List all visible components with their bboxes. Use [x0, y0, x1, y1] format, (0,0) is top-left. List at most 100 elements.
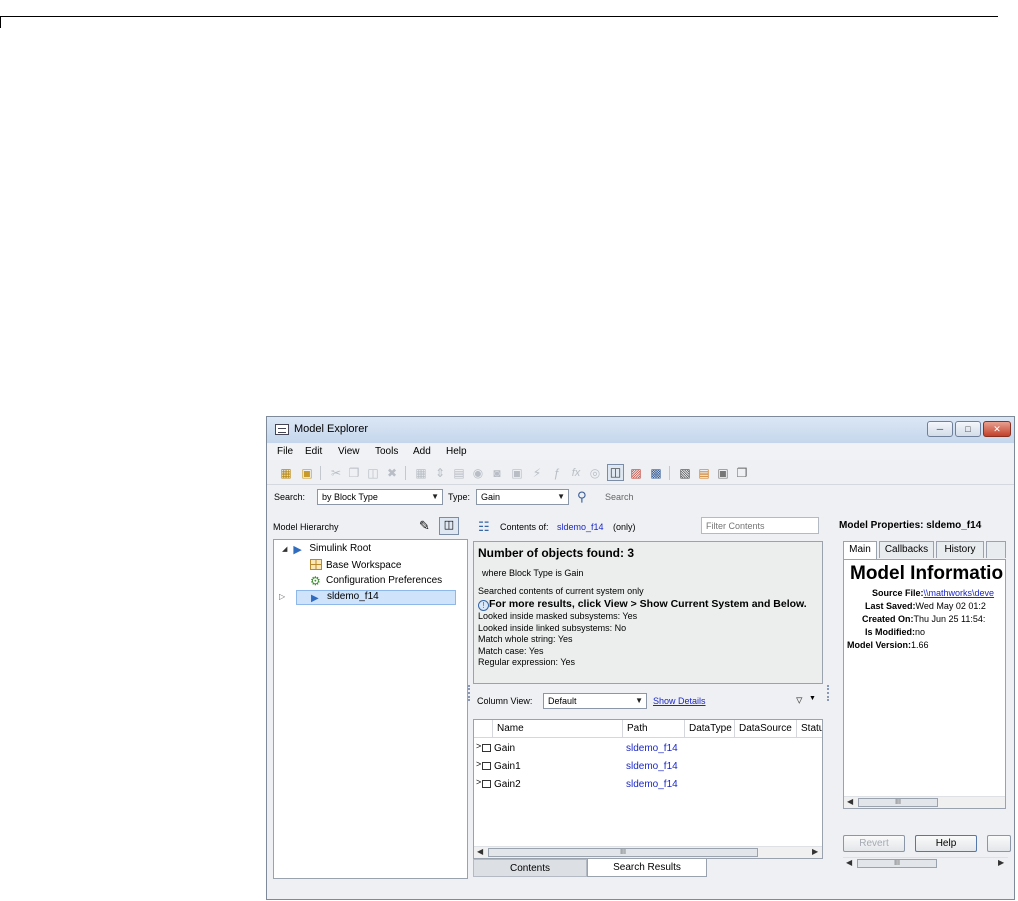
menu-help[interactable]: Help — [446, 446, 467, 457]
import-icon[interactable]: ▤ — [697, 466, 711, 480]
dialog-view-icon[interactable]: ▨ — [629, 466, 643, 480]
scroll-right-icon[interactable]: ▶ — [998, 858, 1004, 867]
show-library-icon[interactable]: ◫ — [439, 517, 459, 535]
find-icon[interactable]: ◙ — [490, 466, 504, 480]
sort-icon[interactable]: ⇕ — [433, 466, 447, 480]
column-header-path[interactable]: Path — [622, 720, 684, 738]
show-details-link[interactable]: Show Details — [653, 696, 706, 706]
maximize-icon: □ — [965, 424, 971, 434]
properties-horizontal-scrollbar[interactable]: ◀ III — [844, 796, 1005, 808]
struct-icon[interactable]: ▣ — [510, 466, 524, 480]
copy-icon[interactable]: ❐ — [347, 466, 361, 480]
fx-icon[interactable]: fx — [569, 466, 583, 480]
row-path-link[interactable]: sldemo_f14 — [626, 779, 678, 790]
grid-icon[interactable]: ▦ — [414, 466, 428, 480]
minimize-icon: ─ — [936, 424, 944, 434]
paste-icon[interactable]: ◫ — [366, 466, 380, 480]
splitter-right[interactable] — [827, 685, 829, 701]
column-view-value: Default — [548, 696, 577, 706]
page-rule-tick — [0, 16, 1, 28]
search-by-combo[interactable]: by Block Type ▼ — [317, 489, 443, 505]
menu-edit[interactable]: Edit — [305, 446, 322, 457]
tab-search-results[interactable]: Search Results — [587, 859, 707, 877]
row-path-link[interactable]: sldemo_f14 — [626, 743, 678, 754]
scroll-left-icon[interactable]: ◀ — [477, 847, 483, 856]
signal-icon[interactable]: ◉ — [471, 466, 485, 480]
regular-expression: Regular expression: Yes — [478, 657, 576, 667]
more-results-hint: For more results, click View > Show Curr… — [489, 598, 807, 610]
hierarchy-icon[interactable]: ▤ — [452, 466, 466, 480]
compare-icon[interactable]: ▣ — [716, 466, 730, 480]
table-horizontal-scrollbar[interactable]: ◀ III ▶ — [474, 846, 822, 858]
model-version-value: 1.66 — [911, 640, 929, 650]
contents-model-link[interactable]: sldemo_f14 — [557, 522, 604, 532]
duplicate-icon[interactable]: ❐ — [735, 466, 749, 480]
scrollbar-thumb[interactable]: III — [857, 859, 937, 868]
tab-main[interactable]: Main — [843, 541, 877, 559]
new-model-icon[interactable]: ▦ — [279, 466, 293, 480]
splitter-left[interactable] — [468, 685, 470, 701]
column-header-datasource[interactable]: DataSource — [734, 720, 796, 738]
type-combo[interactable]: Gain ▼ — [476, 489, 569, 505]
menu-bar: File Edit View Tools Add Help — [267, 444, 1014, 460]
last-saved-value: Wed May 02 01:2 — [915, 601, 986, 611]
filter-contents-input[interactable] — [701, 517, 819, 534]
column-view-icon[interactable]: ◫ — [607, 464, 624, 481]
table-row[interactable]: Gain sldemo_f14 — [474, 740, 822, 758]
tab-callbacks[interactable]: Callbacks — [879, 541, 934, 558]
row-path-link[interactable]: sldemo_f14 — [626, 761, 678, 772]
menu-file[interactable]: File — [277, 446, 293, 457]
edit-pencil-icon[interactable]: ✎ — [419, 518, 430, 534]
search-bar: Search: by Block Type ▼ Type: Gain ▼ ⚲ S… — [267, 487, 1014, 509]
function-f-icon[interactable]: ƒ — [550, 466, 564, 480]
table-header: Name Path DataType DataSource Statu — [474, 720, 822, 738]
menu-tools[interactable]: Tools — [375, 446, 398, 457]
export-icon[interactable]: ▧ — [678, 466, 692, 480]
maximize-button[interactable]: □ — [955, 421, 981, 437]
close-button[interactable]: ✕ — [983, 421, 1011, 437]
tab-history[interactable]: History — [936, 541, 984, 558]
scroll-right-icon[interactable]: ▶ — [812, 847, 818, 856]
cut-icon[interactable]: ✂ — [329, 466, 343, 480]
column-view-combo[interactable]: Default ▼ — [543, 693, 647, 709]
revert-button[interactable]: Revert — [843, 835, 905, 852]
tree-item-configuration-preferences[interactable]: ⚙ Configuration Preferences — [310, 575, 442, 590]
properties-bottom-scrollbar[interactable]: ◀ III ▶ — [843, 857, 1008, 869]
menu-view[interactable]: View — [338, 446, 360, 457]
model-hierarchy-tree[interactable]: ◢ ▶ Simulink Root Base Workspace ⚙ Configur… — [273, 539, 468, 879]
source-file-link[interactable]: \\mathworks\deve — [924, 588, 995, 598]
event-icon[interactable]: ⚡ — [530, 466, 544, 480]
apply-button[interactable] — [987, 835, 1011, 852]
menu-add[interactable]: Add — [413, 446, 431, 457]
gain-block-icon — [476, 741, 491, 752]
table-row[interactable]: Gain1 sldemo_f14 — [474, 758, 822, 776]
tree-item-simulink-root[interactable]: ◢ ▶ Simulink Root — [282, 543, 371, 558]
layout-icon[interactable]: ▩ — [649, 466, 663, 480]
tree-item-sldemo-f14[interactable]: ▷ ▶ sldemo_f14 — [279, 590, 456, 605]
delete-icon[interactable]: ✖ — [385, 466, 399, 480]
chevron-down-icon[interactable]: ▼ — [809, 695, 816, 702]
column-header-status[interactable]: Statu — [796, 720, 822, 738]
open-folder-icon[interactable]: ▣ — [300, 466, 314, 480]
search-results-table: Name Path DataType DataSource Statu Gain… — [473, 719, 823, 859]
column-header-name[interactable]: Name — [492, 720, 622, 738]
tab-more[interactable] — [986, 541, 1006, 558]
search-icon[interactable]: ⚲ — [577, 489, 587, 505]
tree-item-base-workspace[interactable]: Base Workspace — [310, 559, 401, 574]
column-header-datatype[interactable]: DataType — [684, 720, 734, 738]
tab-contents[interactable]: Contents — [473, 859, 587, 877]
scrollbar-thumb[interactable]: III — [488, 848, 758, 857]
scroll-left-icon[interactable]: ◀ — [847, 797, 853, 806]
search-button[interactable]: Search — [605, 492, 634, 502]
collapsed-triangle-icon[interactable]: ▷ — [279, 592, 285, 601]
minimize-button[interactable]: ─ — [927, 421, 953, 437]
scrollbar-thumb[interactable]: III — [858, 798, 938, 807]
row-name: Gain — [494, 743, 516, 754]
target-icon[interactable]: ◎ — [588, 466, 602, 480]
scroll-left-icon[interactable]: ◀ — [846, 858, 852, 867]
table-row[interactable]: Gain2 sldemo_f14 — [474, 776, 822, 794]
filter-funnel-icon[interactable]: ▿ — [796, 692, 803, 708]
chevron-down-icon: ▼ — [635, 696, 643, 705]
model-hierarchy-title: Model Hierarchy — [273, 522, 339, 532]
help-button[interactable]: Help — [915, 835, 977, 852]
